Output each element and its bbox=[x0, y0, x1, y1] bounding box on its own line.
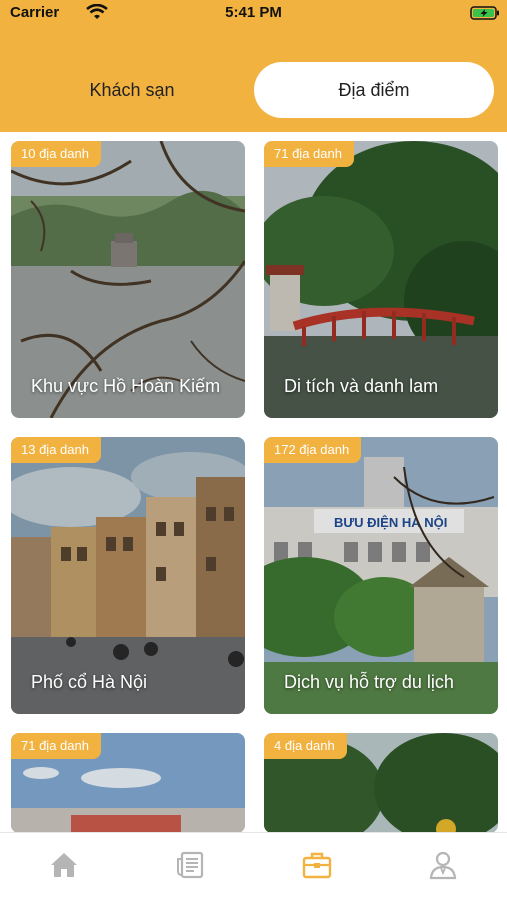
battery-charging-icon bbox=[470, 6, 499, 20]
place-card-title: Dịch vụ hỗ trợ du lịch bbox=[284, 672, 454, 692]
place-count-badge: 10 địa danh bbox=[11, 141, 101, 167]
place-count-badge: 71 địa danh bbox=[11, 733, 101, 759]
place-card-hoan-kiem[interactable]: 10 địa danh Khu vực Hồ Hoàn Kiếm bbox=[11, 141, 245, 418]
profile-icon[interactable] bbox=[427, 849, 459, 881]
place-card-tourism-services[interactable]: BƯU ĐIỆN HÀ NỘI 172 địa danh Dịch vụ hỗ … bbox=[264, 437, 498, 714]
place-card-heritage[interactable]: 71 địa danh Di tích và danh lam bbox=[264, 141, 498, 418]
place-count-badge: 71 địa danh bbox=[264, 141, 354, 167]
news-icon[interactable] bbox=[175, 849, 207, 881]
places-icon[interactable] bbox=[301, 849, 333, 881]
place-card-title: Di tích và danh lam bbox=[284, 376, 439, 396]
status-bar: Carrier 5:41 PM bbox=[0, 0, 507, 28]
place-card-6[interactable]: 4 địa danh bbox=[264, 733, 498, 832]
places-grid: 10 địa danh Khu vực Hồ Hoàn Kiếm 71 địa … bbox=[0, 132, 507, 832]
tab-hotels[interactable]: Khách sạn bbox=[12, 62, 252, 118]
place-card-title: Khu vực Hồ Hoàn Kiếm bbox=[31, 376, 221, 396]
place-count-badge: 4 địa danh bbox=[264, 733, 347, 759]
place-count-badge: 13 địa danh bbox=[11, 437, 101, 463]
tab-hotels-label: Khách sạn bbox=[89, 79, 175, 100]
header: Carrier 5:41 PM Khách sạn Địa điểm bbox=[0, 0, 507, 132]
place-card-title: Phố cổ Hà Nội bbox=[31, 672, 148, 692]
bottom-tab-bar bbox=[0, 832, 507, 900]
home-icon[interactable] bbox=[48, 849, 80, 881]
tab-places[interactable]: Địa điểm bbox=[254, 62, 494, 118]
place-count-badge: 172 địa danh bbox=[264, 437, 362, 463]
tab-places-label: Địa điểm bbox=[338, 79, 410, 100]
place-card-old-quarter[interactable]: 13 địa danh Phố cổ Hà Nội bbox=[11, 437, 245, 714]
place-card-5[interactable]: 71 địa danh bbox=[11, 733, 245, 832]
clock: 5:41 PM bbox=[225, 4, 282, 21]
